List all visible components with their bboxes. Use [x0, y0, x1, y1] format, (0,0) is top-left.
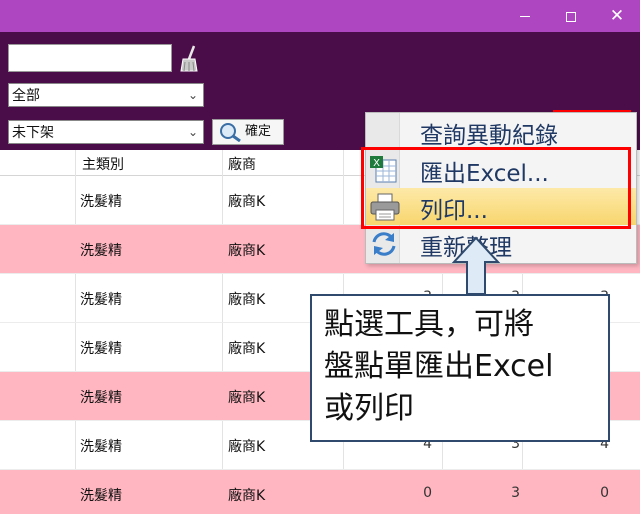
cell-vendor: 廠商K	[228, 194, 266, 210]
cell-category: 洗髮精	[80, 292, 122, 308]
cell-count-2: 3	[511, 485, 520, 501]
callout-line: 盤點單匯出Excel	[324, 349, 554, 384]
table-row[interactable]: 洗髮精 廠商K 0 3 0	[0, 470, 640, 514]
column-header-vendor: 廠商	[228, 157, 256, 173]
cell-category: 洗髮精	[80, 243, 122, 259]
cell-vendor: 廠商K	[228, 488, 266, 504]
status-select-value: 未下架	[12, 124, 54, 140]
arrow-up-icon	[451, 236, 501, 295]
cell-vendor: 廠商K	[228, 292, 266, 308]
category-select[interactable]: 全部 ⌄	[8, 83, 204, 107]
cell-vendor: 廠商K	[228, 243, 266, 259]
cell-count-3: 0	[600, 485, 609, 501]
menu-item-refresh[interactable]: 重新整理	[366, 225, 636, 262]
cell-vendor: 廠商K	[228, 341, 266, 357]
minimize-icon	[520, 15, 530, 18]
close-button[interactable]: ✕	[594, 0, 640, 32]
menu-item-history[interactable]: 查詢異動紀錄	[366, 113, 636, 150]
category-select-value: 全部	[12, 87, 40, 103]
clear-button[interactable]	[177, 44, 203, 74]
status-select[interactable]: 未下架 ⌄	[8, 120, 204, 144]
confirm-button-label: 確定	[245, 124, 272, 139]
magnifier-icon	[220, 123, 241, 142]
maximize-button[interactable]	[548, 0, 594, 32]
menu-item-label: 查詢異動紀錄	[420, 123, 558, 149]
confirm-button[interactable]: 確定	[212, 119, 284, 145]
search-input[interactable]	[8, 44, 172, 72]
cell-category: 洗髮精	[80, 488, 122, 504]
maximize-icon	[566, 11, 576, 22]
instruction-callout: 點選工具，可將 盤點單匯出Excel 或列印	[310, 294, 610, 442]
cell-category: 洗髮精	[80, 439, 122, 455]
minimize-button[interactable]	[502, 0, 548, 32]
refresh-icon	[372, 232, 396, 256]
cell-vendor: 廠商K	[228, 390, 266, 406]
cell-category: 洗髮精	[80, 390, 122, 406]
column-header-category: 主類別	[82, 157, 124, 173]
callout-line: 點選工具，可將	[324, 307, 534, 342]
highlight-frame	[361, 147, 631, 229]
cell-category: 洗髮精	[80, 194, 122, 210]
callout-line: 或列印	[324, 391, 414, 426]
cell-vendor: 廠商K	[228, 439, 266, 455]
broom-icon	[177, 44, 203, 74]
cell-count-1: 0	[423, 485, 432, 501]
cell-category: 洗髮精	[80, 341, 122, 357]
chevron-down-icon: ⌄	[187, 88, 198, 102]
chevron-down-icon: ⌄	[187, 125, 198, 139]
title-bar: ✕	[0, 0, 640, 32]
